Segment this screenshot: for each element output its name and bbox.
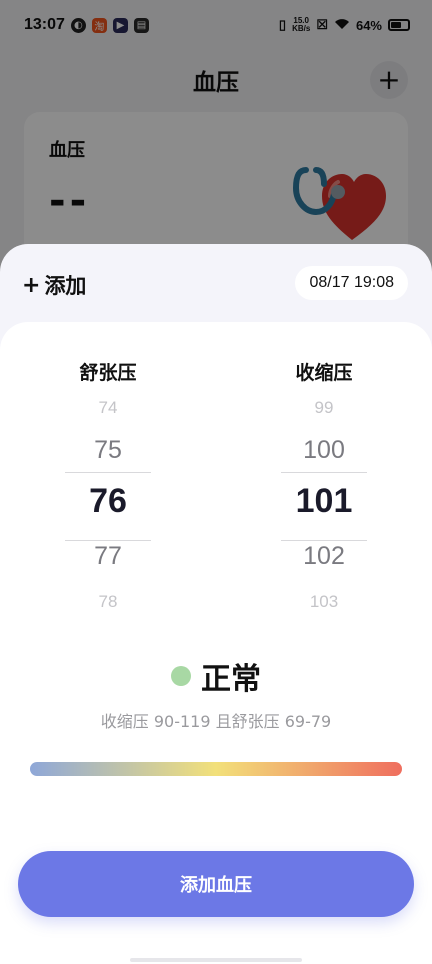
add-bp-button-label: 添加血压: [180, 875, 252, 896]
diastolic-label: 舒张压: [79, 362, 137, 384]
sheet-title: + 添加: [22, 270, 86, 300]
systolic-picker: 收缩压 99 100 101 102 103: [264, 358, 384, 616]
status-dot-icon: [171, 666, 191, 686]
add-bp-sheet: + 添加 08/17 19:08 舒张压 74 75 76 77 78 收缩压: [0, 244, 432, 964]
wheel-option[interactable]: 103: [264, 592, 384, 612]
status-label: 正常: [201, 662, 261, 697]
datetime-chip[interactable]: 08/17 19:08: [295, 266, 408, 300]
wheel-option[interactable]: 77: [48, 542, 168, 571]
sheet-title-label: 添加: [44, 274, 87, 298]
wheel-option[interactable]: 75: [48, 436, 168, 465]
bp-level-gradient-bar: [30, 762, 402, 776]
wheel-option[interactable]: 100: [264, 436, 384, 465]
plus-icon: +: [22, 272, 41, 298]
diastolic-picker: 舒张压 74 75 76 77 78: [48, 358, 168, 616]
systolic-wheel[interactable]: 99 100 101 102 103: [264, 398, 384, 616]
normal-range-text: 收缩压 90-119 且舒张压 69-79: [100, 712, 332, 731]
wheel-option[interactable]: 99: [264, 398, 384, 418]
diastolic-wheel[interactable]: 74 75 76 77 78: [48, 398, 168, 616]
systolic-label: 收缩压: [295, 362, 353, 384]
wheel-option-selected[interactable]: 101: [264, 482, 384, 521]
datetime-value: 08/17 19:08: [309, 274, 394, 291]
wheel-divider: [281, 540, 367, 541]
wheel-option[interactable]: 74: [48, 398, 168, 418]
wheel-option[interactable]: 102: [264, 542, 384, 571]
wheel-option-selected[interactable]: 76: [48, 482, 168, 521]
wheel-option[interactable]: 78: [48, 592, 168, 612]
sheet-body: 舒张压 74 75 76 77 78 收缩压 99 100 101 102 10…: [0, 322, 432, 964]
wheel-divider: [65, 472, 151, 473]
wheel-divider: [65, 540, 151, 541]
add-bp-button[interactable]: 添加血压: [18, 851, 414, 917]
wheel-divider: [281, 472, 367, 473]
home-indicator: [130, 958, 302, 962]
sheet-header: + 添加 08/17 19:08: [0, 244, 432, 324]
bp-status: 正常: [0, 656, 432, 697]
